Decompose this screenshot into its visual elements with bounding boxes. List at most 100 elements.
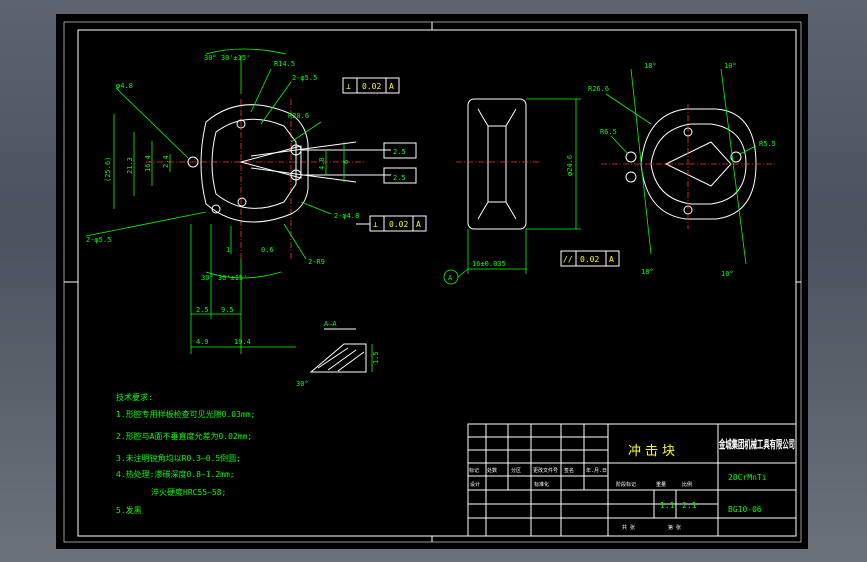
part-name: 冲击块 [628, 444, 679, 459]
title-block: 标记 处数 分区 更改文件号 签名 年.月.日 设计 标准化 阶段标记 重量 比… [467, 423, 797, 537]
phi48b-leader [300, 201, 332, 215]
dim-25b-label: 2.5 [196, 306, 209, 314]
hole-bottom-a [237, 197, 247, 207]
section-angle-label: 30° [296, 380, 309, 388]
dim-6-label: 6 [342, 160, 350, 164]
side-outline [467, 98, 527, 230]
r55-label: R5.5 [759, 140, 776, 148]
dim-phi24-label: φ24.6 [566, 155, 574, 176]
dim-16-label: 16.4 [144, 155, 152, 172]
side-bottom-chamfer [477, 201, 517, 220]
phi5-leader [260, 81, 292, 125]
dim-48-label: 4.8 [318, 157, 326, 170]
drawing-viewport[interactable]: 30° 30'±15' R14.5 2-φ5.5 R20.6 φ4.8 (25.… [56, 14, 808, 549]
tilt-right-line [720, 68, 747, 265]
right-view: 18° 18° 10° 10° R26.6 R6.5 R5.5 [588, 62, 776, 278]
r20-leader [290, 121, 322, 143]
punch-inner-outline [211, 118, 297, 209]
tolerance-frame-1: ⊥ 0.02 A [342, 77, 400, 94]
side-view: 16±0.035 φ24.6 A [443, 98, 581, 285]
dim-06-label: 0.6 [261, 246, 274, 254]
tolerance-frame-3: // 0.02 A [560, 250, 620, 267]
scale-label: 1:1 [660, 501, 675, 510]
tol2-value: 0.02 [389, 220, 408, 229]
tb-label-change: 更改文件号 [533, 467, 558, 474]
tol3-value: 0.02 [580, 255, 599, 264]
dim-16-label: 16±0.035 [472, 260, 506, 268]
hatch-3 [337, 351, 365, 372]
angle-top-label: 30° 30'±15' [204, 54, 250, 62]
datum-leader [457, 268, 469, 278]
requirement-3: 3.未注明锐角均以R0.3—0.5倒圆; [116, 453, 241, 463]
dim-1-label: 1 [226, 246, 230, 254]
requirement-4: 4.热处理:渗碳深度0.8—1.2mm; [116, 469, 235, 479]
drawing-number: BG10-06 [728, 505, 762, 514]
r65-label: R6.5 [600, 128, 617, 136]
tb-label-date: 年.月.日 [586, 467, 607, 474]
tol1-value: 0.02 [362, 82, 381, 91]
tb-label-count: 处数 [487, 467, 497, 474]
tol1-symbol: ⊥ [346, 82, 351, 91]
tb-label-std: 标准化 [534, 481, 549, 488]
side-top-chamfer [477, 108, 517, 127]
technical-requirements: 技术要求: 1.形腔专用样板检查可见光隙0.03mm; 2.形腔与A面不垂直度允… [116, 392, 255, 515]
material: 20CrMnTi [728, 473, 767, 482]
r14-label: R14.5 [274, 60, 295, 68]
dim-95-label: 9.5 [221, 306, 234, 314]
section-view: A—A 1.5 30° [296, 320, 380, 388]
dim-21-label: 21.3 [126, 157, 134, 174]
tol3-datum: A [609, 255, 614, 264]
requirement-4b: 淬火硬度HRC55—58; [151, 487, 226, 497]
tb-label-zone: 分区 [511, 467, 521, 474]
tb-label-sheets: 共 张 [622, 524, 635, 531]
tilt-18-bottom: 18° [641, 268, 654, 276]
requirements-title: 技术要求: [116, 392, 153, 402]
tolerance-frame-2: ⊥ 0.02 A [356, 215, 427, 232]
tb-label-sheet: 第 张 [668, 524, 681, 531]
phi55-leader [85, 211, 207, 237]
notch-upper-label: 2.5 [393, 148, 406, 156]
ray-mid-upper [250, 141, 357, 157]
tb-label-ratio: 比例 [682, 481, 692, 488]
tb-label-mark: 标记 [469, 467, 479, 474]
tb-label-sign: 签名 [564, 467, 574, 474]
main-view [146, 99, 417, 259]
phi48-label: φ4.8 [116, 82, 133, 90]
dim-25-label: (25.6) [104, 157, 112, 182]
datum-label: A [448, 274, 453, 282]
hatch-2 [327, 349, 357, 371]
r26-label: R26.6 [588, 85, 609, 93]
tol2-datum: A [416, 220, 421, 229]
angle-bottom-label: 30° 30'±15' [201, 274, 247, 282]
company-name: 金城集团机械工具有限公司 [718, 437, 795, 451]
tol1-datum: A [389, 82, 394, 91]
section-shape [309, 343, 367, 373]
r9-label: 2-R9 [308, 258, 325, 266]
r55-leader [739, 145, 757, 155]
dim-49-label: 4.9 [196, 338, 209, 346]
tilt-10-bottom: 10° [721, 270, 734, 278]
tilt-18-top: 18° [644, 62, 657, 70]
requirement-5: 5.发黑 [116, 505, 142, 515]
section-dim-label: 1.5 [372, 351, 380, 364]
phi55-label: 2-φ5.5 [86, 236, 111, 244]
tb-label-weight: 重量 [656, 481, 666, 488]
r26-leader [605, 93, 652, 125]
dim-194-label: 19.4 [234, 338, 251, 346]
tb-label-design: 设计 [470, 481, 480, 488]
tol2-symbol: ⊥ [373, 220, 378, 229]
phi5-label: 2-φ5.5 [292, 74, 317, 82]
requirement-2: 2.形腔与A面不垂直度允差为0.02mm; [116, 431, 252, 441]
punch-outline [200, 104, 309, 223]
r9-leader [283, 223, 307, 260]
right-hole-2 [625, 171, 637, 183]
tb-label-stage: 阶段标记 [616, 481, 636, 488]
hatch-1 [317, 347, 349, 369]
notch-lower-label: 2.5 [393, 174, 406, 182]
tilt-10-top: 10° [724, 62, 737, 70]
phi48b-label: 2-φ4.8 [334, 212, 359, 220]
section-label: A—A [324, 320, 337, 328]
sheet-border [63, 21, 802, 543]
r65-leader [610, 135, 629, 155]
dim-24-label: 2.4 [162, 155, 170, 168]
